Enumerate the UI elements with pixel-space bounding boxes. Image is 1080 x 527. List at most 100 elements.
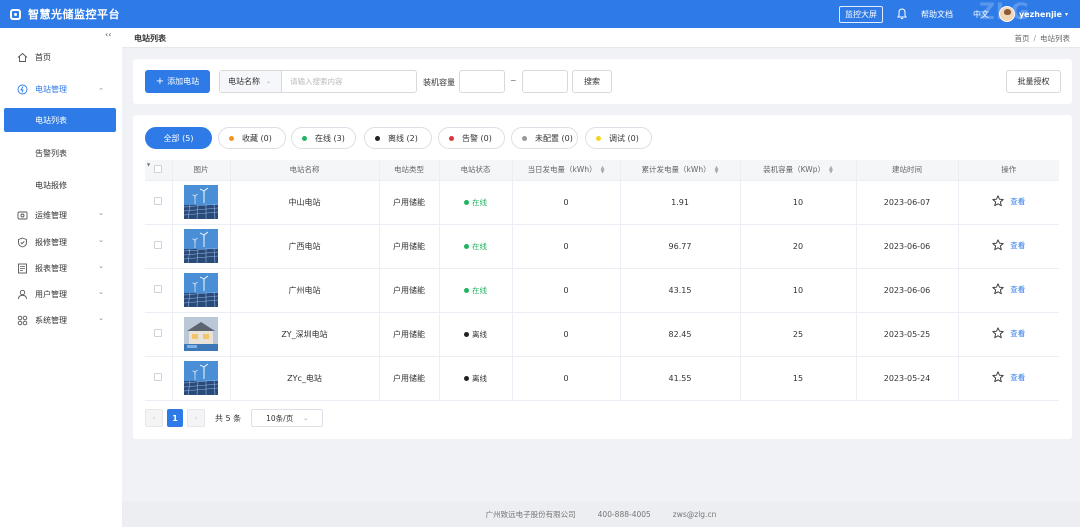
- row-checkbox[interactable]: [154, 329, 163, 337]
- sort-icon[interactable]: ▲ ▼: [829, 166, 833, 175]
- breadcrumb: 首页 / 电站列表: [1014, 33, 1070, 44]
- table-row[interactable]: ZY_深圳电站 户用储能 离线 0 82.45 25 2023-05-25 查看: [145, 312, 1059, 357]
- chevron-down-icon: ⌄: [98, 288, 104, 296]
- gray-dot-icon: [522, 135, 527, 141]
- page-number-current[interactable]: 1: [167, 409, 183, 427]
- tab-unconfigured[interactable]: 未配置 (0): [511, 127, 578, 149]
- search-button[interactable]: 搜索: [572, 70, 612, 93]
- row-checkbox[interactable]: [154, 285, 163, 293]
- breadcrumb-home-link[interactable]: 首页: [1014, 34, 1029, 43]
- sidebar-item-plant-management[interactable]: 电站管理 ⌃: [0, 77, 122, 101]
- sidebar-item-system[interactable]: 系统管理 ⌄: [0, 308, 122, 332]
- solar-wind-photo[interactable]: [184, 273, 218, 307]
- plant-type: 户用储能: [379, 180, 440, 225]
- star-icon[interactable]: [992, 195, 1004, 207]
- sort-icon[interactable]: ▲ ▼: [601, 166, 605, 175]
- tab-debug[interactable]: 调试 (0): [585, 127, 652, 149]
- sidebar-item-home[interactable]: 首页: [0, 45, 122, 69]
- sidebar-subitem-plant-list[interactable]: 电站列表: [4, 108, 116, 132]
- bell-icon[interactable]: [897, 8, 907, 20]
- tab-label: 调试 (0): [609, 133, 639, 143]
- username[interactable]: yezhenjie: [1019, 10, 1062, 19]
- table-row[interactable]: ZYc_电站 户用储能 离线 0 41.55 15 2023-05-24 查看: [145, 356, 1059, 401]
- user-menu-caret-icon[interactable]: ▾: [1065, 11, 1068, 18]
- row-checkbox[interactable]: [154, 197, 163, 205]
- sidebar-item-reports[interactable]: 报表管理 ⌄: [0, 256, 122, 280]
- tab-favorites[interactable]: 收藏 (0): [218, 127, 286, 149]
- view-link[interactable]: 查看: [1010, 372, 1025, 383]
- filter-panel: + 添加电站 电站名称 ⌄ 装机容量 ~ 搜索 批量授权: [133, 59, 1072, 104]
- add-plant-button[interactable]: + 添加电站: [145, 70, 210, 93]
- status-badge: 在线: [464, 285, 487, 296]
- brand[interactable]: 智慧光储监控平台: [10, 6, 120, 22]
- plant-type: 户用储能: [379, 268, 440, 313]
- sidebar-subitem-plant-repair[interactable]: 电站报修: [4, 173, 116, 197]
- row-select-cell: [145, 180, 173, 225]
- column-header: 电站类型: [379, 160, 440, 181]
- sidebar-item-users[interactable]: 用户管理 ⌄: [0, 282, 122, 306]
- sidebar-item-repair[interactable]: 报修管理 ⌄: [0, 230, 122, 254]
- sidebar-item-label: 电站管理: [35, 84, 67, 94]
- search-field-select[interactable]: 电站名称 ⌄: [220, 71, 282, 92]
- chevron-down-icon: ⌄: [98, 209, 104, 217]
- report-icon: [18, 263, 27, 273]
- monitor-screen-button[interactable]: 监控大屏: [838, 5, 883, 23]
- page-size-select[interactable]: 10条/页 ⌄: [251, 409, 324, 427]
- status-cell: 在线: [439, 180, 513, 225]
- capacity-min-input[interactable]: [459, 70, 505, 93]
- avatar[interactable]: [998, 6, 1015, 22]
- table-body: 中山电站 户用储能 在线 0 1.91 10 2023-06-07 查看 广西电站 户用储能 在线 0…: [145, 180, 1059, 401]
- view-link[interactable]: 查看: [1010, 328, 1025, 339]
- table-row[interactable]: 中山电站 户用储能 在线 0 1.91 10 2023-06-07 查看: [145, 180, 1059, 225]
- tab-label: 离线 (2): [388, 133, 418, 143]
- daily-generation: 0: [512, 356, 621, 401]
- page-size-value: 10条/页: [266, 413, 294, 423]
- tab-offline[interactable]: 离线 (2): [364, 127, 432, 149]
- sort-icon[interactable]: ▲ ▼: [715, 166, 719, 175]
- tab-online[interactable]: 在线 (3): [291, 127, 356, 149]
- table-row[interactable]: 广州电站 户用储能 在线 0 43.15 10 2023-06-06 查看: [145, 268, 1059, 313]
- select-all-checkbox[interactable]: [154, 164, 163, 173]
- tab-all[interactable]: 全部 (5): [145, 127, 212, 149]
- star-icon[interactable]: [992, 327, 1004, 339]
- star-icon[interactable]: [992, 239, 1004, 251]
- caret-down-icon[interactable]: ▼: [147, 162, 150, 167]
- house-photo[interactable]: [184, 317, 218, 351]
- table-row[interactable]: 广西电站 户用储能 在线 0 96.77 20 2023-06-06 查看: [145, 224, 1059, 269]
- row-checkbox[interactable]: [154, 241, 163, 249]
- tab-label: 未配置 (0): [535, 133, 573, 143]
- star-icon[interactable]: [992, 283, 1004, 295]
- language-select[interactable]: 中文: [973, 9, 989, 20]
- batch-authorize-button[interactable]: 批量授权: [1006, 70, 1061, 93]
- plant-type: 户用储能: [379, 356, 440, 401]
- solar-wind-photo[interactable]: [184, 185, 218, 219]
- total-generation: 96.77: [620, 224, 741, 269]
- column-header-sortable[interactable]: 累计发电量（kWh） ▲ ▼: [620, 160, 741, 181]
- sidebar-item-maintenance[interactable]: 运维管理 ⌄: [0, 203, 122, 227]
- footer-email: zws@zlg.cn: [672, 509, 717, 519]
- row-checkbox[interactable]: [154, 373, 163, 381]
- status-badge: 在线: [464, 241, 487, 252]
- search-input[interactable]: [282, 71, 416, 92]
- column-header-sortable[interactable]: 当日发电量（kWh） ▲ ▼: [512, 160, 621, 181]
- status-dot-icon: [464, 331, 469, 337]
- collapse-sidebar-icon[interactable]: ‹‹: [105, 30, 111, 39]
- view-link[interactable]: 查看: [1010, 196, 1025, 207]
- plant-type: 户用储能: [379, 312, 440, 357]
- range-separator: ~: [510, 76, 517, 85]
- next-page-button[interactable]: ›: [187, 409, 205, 427]
- help-docs-link[interactable]: 帮助文档: [921, 9, 953, 20]
- view-link[interactable]: 查看: [1010, 284, 1025, 295]
- tab-alarm[interactable]: 告警 (0): [438, 127, 505, 149]
- black-dot-icon: [375, 135, 380, 141]
- star-icon[interactable]: [992, 371, 1004, 383]
- yellow-dot-icon: [596, 135, 601, 141]
- daily-generation: 0: [512, 268, 621, 313]
- solar-wind-photo[interactable]: [184, 229, 218, 263]
- view-link[interactable]: 查看: [1010, 240, 1025, 251]
- solar-wind-photo[interactable]: [184, 361, 218, 395]
- column-header-sortable[interactable]: 装机容量（KWp） ▲ ▼: [740, 160, 857, 181]
- capacity-max-input[interactable]: [522, 70, 568, 93]
- prev-page-button[interactable]: ‹: [145, 409, 163, 427]
- sidebar-subitem-alarm-list[interactable]: 告警列表: [4, 141, 116, 165]
